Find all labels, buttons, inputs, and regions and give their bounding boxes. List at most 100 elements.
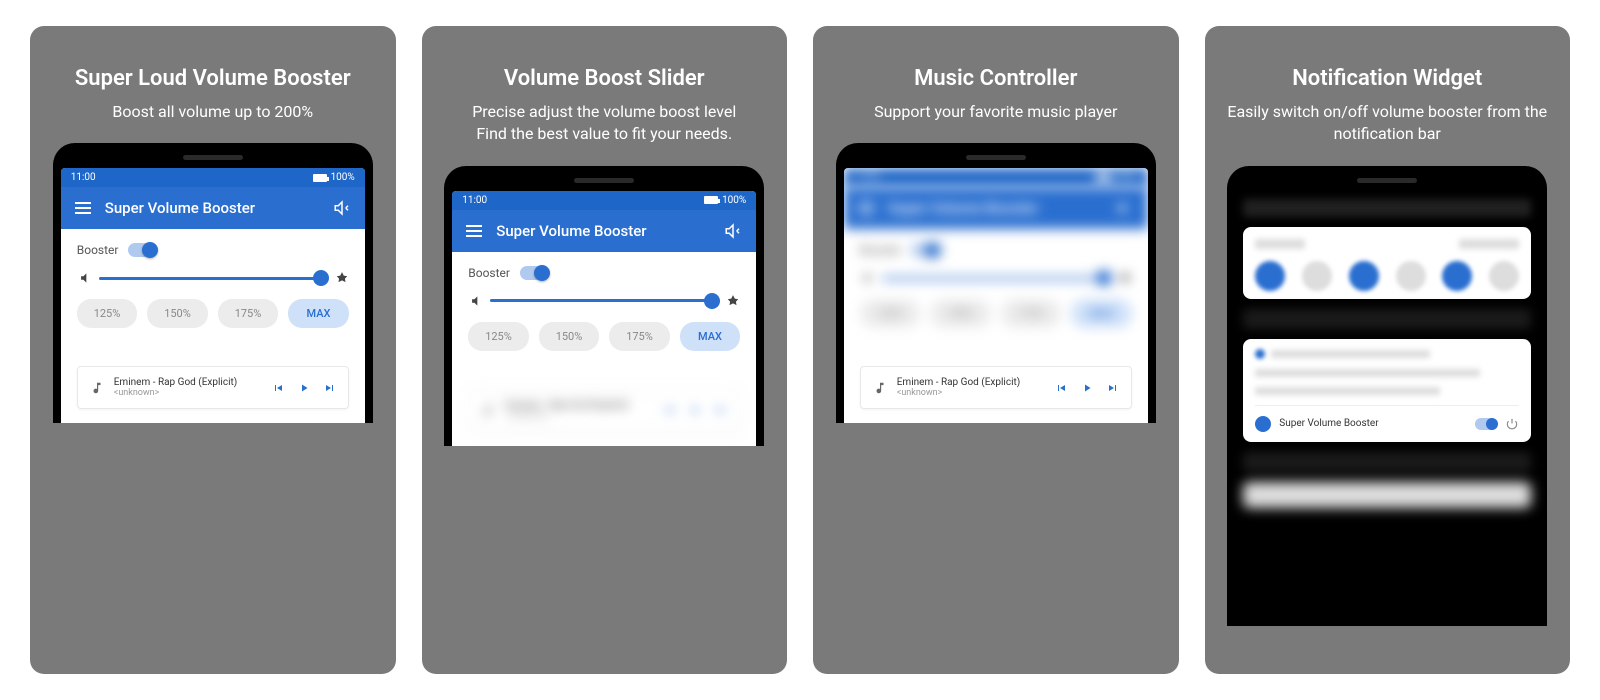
speaker-low-icon [77,271,91,285]
panel-title: Super Loud Volume Booster [75,66,351,91]
quick-settings-card [1243,227,1531,299]
hamburger-icon[interactable] [466,225,482,237]
play-icon[interactable] [298,382,310,394]
app-bar-blurred: Super Volume Booster [844,187,1148,229]
qs-label-blurred [1459,239,1519,249]
phone-notch [183,155,243,160]
panel-title: Volume Boost Slider [504,66,705,91]
phone-frame: 11:00 100% Super Volume Booster Booster [53,143,373,423]
app-content: Booster 125% 150% 175% MAX [452,252,756,446]
notif-text-blurred [1255,387,1440,395]
booster-notification-row: Super Volume Booster [1255,416,1519,432]
app-title: Super Volume Booster [496,222,710,240]
phone-frame: 11:00 100% Super Volume Booster Booster [444,166,764,446]
prev-icon[interactable] [272,382,284,394]
panel-title: Music Controller [914,66,1077,91]
blurred-row [1243,452,1531,472]
phone-screen: 11:00 100% Super Volume Booster Booster [61,168,365,423]
blurred-row [1243,482,1531,508]
hamburger-icon[interactable] [75,202,91,214]
app-badge-icon [1255,416,1271,432]
blurred-row [1243,309,1531,329]
phone-notch [574,178,634,183]
status-bar-blurred: 11:00 100% [844,168,1148,187]
status-bar: 11:00 100% [452,191,756,210]
music-controls [1055,382,1119,394]
phone-screen: 11:00 100% Super Volume Booster Booster [844,168,1148,423]
booster-slider[interactable] [99,277,327,280]
music-card: Eminem - Rap God (Explicit) <unknown> [77,366,349,409]
qs-icon[interactable] [1489,261,1519,291]
next-icon[interactable] [1107,382,1119,394]
booster-toggle[interactable] [520,266,548,280]
booster-label: Booster [468,266,510,280]
promo-panel-2: Volume Boost Slider Precise adjust the v… [422,26,788,674]
phone-frame: Super Volume Booster [1227,166,1547,626]
notif-title-blurred [1271,350,1429,358]
app-content: Booster 125% 150% 175% MAX [61,229,365,423]
mute-icon[interactable] [724,222,742,240]
preset-max[interactable]: MAX [680,322,741,351]
slider-thumb[interactable] [704,293,720,309]
booster-toggle[interactable] [128,243,156,257]
qs-icon[interactable] [1255,261,1285,291]
preset-125[interactable]: 125% [468,322,529,351]
preset-175[interactable]: 175% [609,322,670,351]
music-note-icon [873,381,887,395]
booster-slider[interactable] [490,299,718,302]
track-title: Eminem - Rap God (Explicit) [114,377,262,388]
status-battery: 100% [313,172,355,183]
power-icon[interactable] [1505,417,1519,431]
rocket-icon [726,294,740,308]
promo-panel-1: Super Loud Volume Booster Boost all volu… [30,26,396,674]
play-icon[interactable] [1081,382,1093,394]
booster-slider-row [468,294,740,308]
speaker-low-icon [468,294,482,308]
preset-max[interactable]: MAX [288,299,349,328]
panel-subtitle: Easily switch on/off volume booster from… [1225,101,1551,146]
qs-icon[interactable] [1349,261,1379,291]
preset-150[interactable]: 150% [147,299,208,328]
slider-thumb[interactable] [313,270,329,286]
promo-panel-4: Notification Widget Easily switch on/off… [1205,26,1571,674]
presets-blurred: 125% 150% 175% MAX [860,299,1132,328]
notification-shade: Super Volume Booster [1235,191,1539,626]
booster-row-blurred: Booster [860,243,1132,257]
notif-text-blurred [1255,369,1479,377]
phone-frame: 11:00 100% Super Volume Booster Booster [836,143,1156,423]
qs-icon[interactable] [1302,261,1332,291]
qs-label-blurred [1255,239,1305,249]
phone-notch [1357,178,1417,183]
track-artist: <unknown> [114,388,262,398]
preset-125[interactable]: 125% [77,299,138,328]
app-bar: Super Volume Booster [61,187,365,229]
music-card-blurred: Eminem - Rap God (Explicit) <unknown> [468,389,740,432]
prev-icon[interactable] [1055,382,1067,394]
preset-row: 125% 150% 175% MAX [77,299,349,328]
phone-notch [966,155,1026,160]
preset-175[interactable]: 175% [218,299,279,328]
blurred-row [1243,199,1531,217]
panel-title: Notification Widget [1292,66,1482,91]
preset-150[interactable]: 150% [539,322,600,351]
panel-subtitle: Boost all volume up to 200% [112,101,313,123]
notif-app-icon [1255,349,1265,359]
booster-slider-row [77,271,349,285]
music-card: Eminem - Rap God (Explicit) <unknown> [860,366,1132,409]
booster-toggle-row: Booster [468,266,740,280]
panel-subtitle: Support your favorite music player [874,101,1117,123]
track-title: Eminem - Rap God (Explicit) [897,377,1045,388]
mute-icon[interactable] [333,199,351,217]
app-title: Super Volume Booster [105,199,319,217]
next-icon[interactable] [324,382,336,394]
status-battery: 100% [704,195,746,206]
app-content: Booster 125% 150% 175% MAX E [844,229,1148,423]
qs-icon[interactable] [1396,261,1426,291]
qs-icon[interactable] [1442,261,1472,291]
phone-screen: 11:00 100% Super Volume Booster Booster [452,191,756,446]
app-bar: Super Volume Booster [452,210,756,252]
notification-toggle[interactable] [1475,418,1497,430]
track-artist: <unknown> [897,388,1045,398]
status-time: 11:00 [71,172,96,183]
quick-settings-icons [1255,261,1519,291]
